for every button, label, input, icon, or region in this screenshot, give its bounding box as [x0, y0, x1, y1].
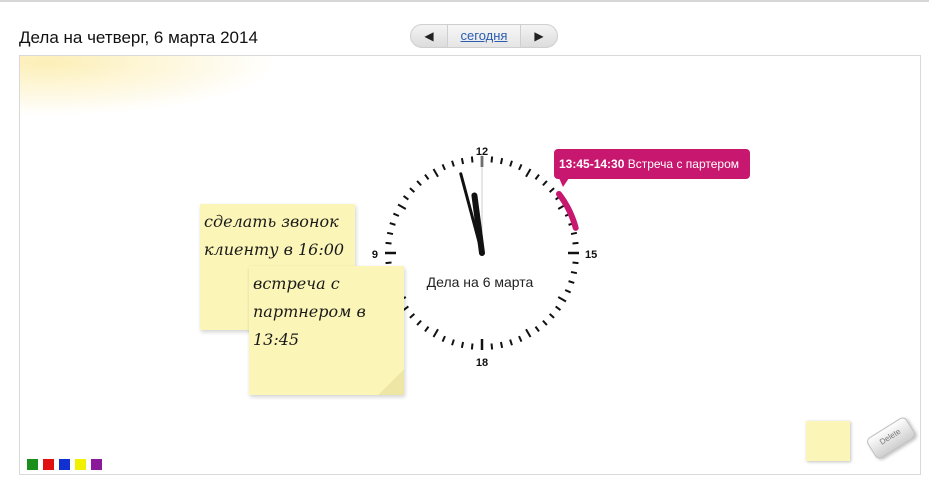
clock-tick	[460, 341, 465, 349]
today-link[interactable]: сегодня	[461, 28, 508, 43]
note-text-line: сделать звонок	[204, 212, 339, 231]
color-swatch-red[interactable]	[43, 459, 54, 470]
clock-tick	[441, 163, 446, 171]
clock-tick	[470, 156, 474, 163]
clock-tick	[518, 163, 523, 171]
event-time-range: 13:45-14:30	[559, 157, 625, 171]
clock-tick	[389, 222, 396, 226]
color-swatch-purple[interactable]	[91, 459, 102, 470]
color-swatch-green[interactable]	[27, 459, 38, 470]
arrow-left-icon: ◀	[424, 29, 434, 43]
clock-tick	[402, 195, 409, 201]
note-page-curl	[378, 369, 404, 395]
event-arc[interactable]	[555, 190, 579, 231]
clock-tick	[518, 335, 523, 343]
clock-tick	[451, 160, 455, 167]
board-glow	[20, 56, 280, 116]
clock-tick	[548, 187, 555, 193]
note-text-line: партнером в	[253, 302, 366, 321]
clock-tick	[499, 341, 504, 349]
clock-tick	[409, 187, 416, 193]
clock-tick	[534, 326, 540, 333]
clock-tick	[470, 343, 474, 350]
color-swatch-blue[interactable]	[59, 459, 70, 470]
clock-tick	[460, 157, 465, 165]
clock-tick	[568, 280, 575, 284]
note-text-line: 13:45	[253, 330, 300, 349]
color-palette	[27, 457, 107, 474]
page-title: Дела на четверг, 6 марта 2014	[19, 28, 258, 47]
clock-tick	[525, 328, 532, 338]
clock-label-12: 12	[476, 146, 488, 158]
clock-tick	[397, 203, 407, 210]
clock-label-9: 9	[372, 249, 378, 261]
today-container: сегодня	[448, 24, 520, 48]
sticky-note[interactable]: встреча с партнером в 13:45	[249, 266, 404, 395]
clock-tick	[534, 173, 540, 180]
clock-tick	[564, 289, 572, 294]
clock-tick	[509, 160, 513, 167]
clock-tick	[572, 241, 579, 245]
clock-tick	[416, 180, 422, 187]
top-divider	[0, 0, 929, 2]
prev-day-button[interactable]: ◀	[410, 24, 448, 48]
clock-tick	[548, 313, 555, 319]
clock-tick	[557, 296, 567, 303]
date-navigation: ◀ сегодня ▶	[410, 24, 558, 48]
notes-board: 12 15 18 9 Дела на 6 марта 13:45-14:30 В…	[19, 55, 921, 475]
clock-tick	[385, 241, 392, 245]
note-text-line: встреча с	[253, 274, 340, 293]
clock-tick	[416, 319, 422, 326]
note-text-line: клиенту в 16:00	[204, 240, 345, 259]
clock-tick	[441, 335, 446, 343]
clock-label-15: 15	[585, 249, 597, 261]
clock-tick	[451, 339, 455, 346]
clock-tick	[570, 270, 578, 275]
clock-tick	[424, 173, 430, 180]
clock-tick	[432, 328, 439, 338]
clock-tick	[555, 305, 562, 311]
clock-tick	[509, 339, 513, 346]
clock-tick	[402, 305, 409, 311]
clock-tick	[499, 157, 504, 165]
clock-tick	[542, 180, 548, 187]
delete-label: Delete	[878, 426, 903, 447]
next-day-button[interactable]: ▶	[520, 24, 558, 48]
clock-caption: Дела на 6 марта	[426, 274, 534, 290]
delete-eraser-icon[interactable]: Delete	[865, 415, 917, 461]
clock-tick	[392, 212, 400, 217]
clock-tick	[570, 231, 578, 236]
new-note-button[interactable]	[806, 421, 850, 461]
clock-tick	[542, 319, 548, 326]
event-title: Встреча с партером	[627, 157, 739, 171]
clock-tick	[490, 343, 494, 350]
color-swatch-yellow[interactable]	[75, 459, 86, 470]
event-tooltip-tail	[559, 178, 569, 187]
arrow-right-icon: ▶	[534, 29, 544, 43]
clock-tick	[525, 168, 532, 178]
clock-tick	[572, 261, 579, 265]
clock-tick	[424, 326, 430, 333]
clock-tick	[409, 313, 416, 319]
clock-tick	[432, 168, 439, 178]
event-tooltip[interactable]: 13:45-14:30 Встреча с партером	[554, 149, 750, 179]
clock-tick	[386, 231, 394, 236]
clock-tick	[385, 261, 392, 265]
clock-label-18: 18	[476, 357, 488, 369]
clock-tick	[490, 156, 494, 163]
